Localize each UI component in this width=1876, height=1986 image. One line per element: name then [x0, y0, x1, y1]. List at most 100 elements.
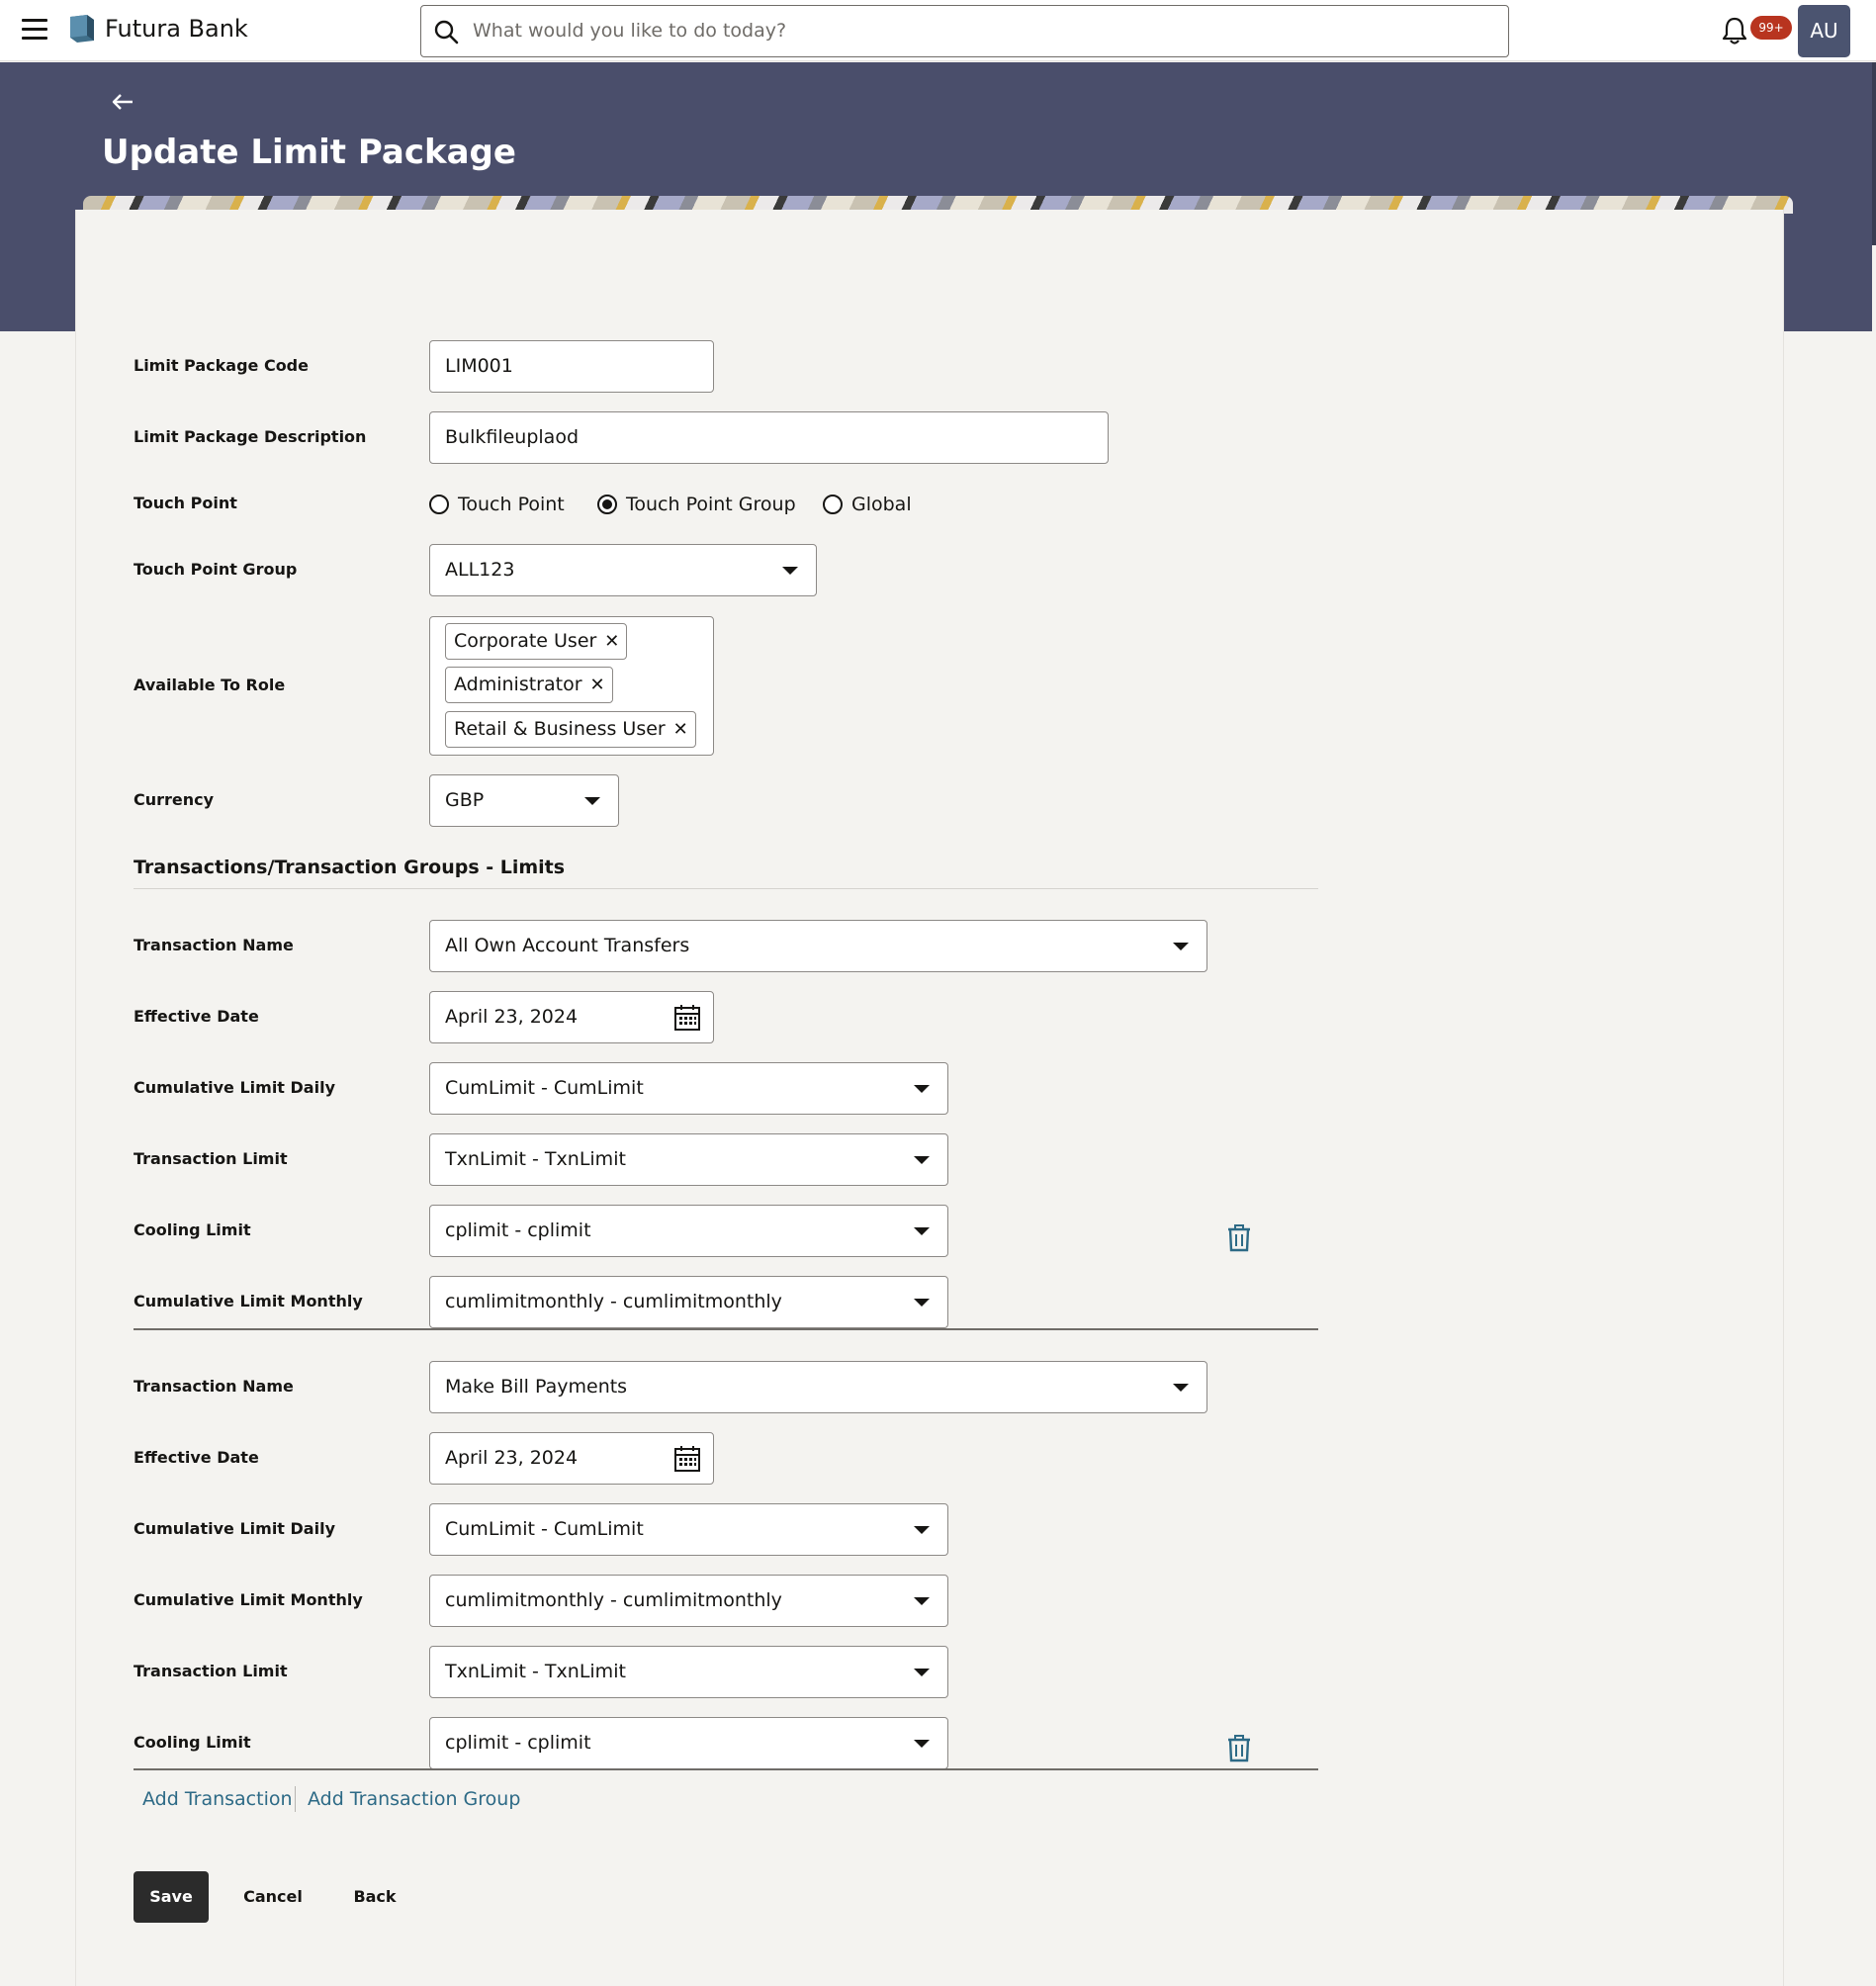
limit-package-code-field[interactable]: LIM001: [429, 340, 714, 393]
calendar-icon[interactable]: [673, 1445, 701, 1473]
limit-row-select[interactable]: CumLimit - CumLimit: [429, 1062, 948, 1115]
touch-point-group-value: ALL123: [445, 559, 515, 581]
limit-row-label: Transaction Limit: [134, 1149, 288, 1168]
currency-value: GBP: [445, 789, 485, 811]
effective-date-field[interactable]: April 23, 2024: [429, 991, 714, 1043]
search-input[interactable]: What would you like to do today?: [420, 5, 1509, 57]
bank-logo-icon: [70, 15, 94, 43]
chevron-down-icon: [914, 1597, 930, 1605]
calendar-icon[interactable]: [673, 1004, 701, 1032]
radio-label: Global: [851, 494, 912, 515]
limit-row-value: TxnLimit - TxnLimit: [445, 1148, 626, 1170]
currency-select[interactable]: GBP: [429, 774, 619, 827]
radio-unselected-icon: [823, 495, 843, 514]
top-bar: Futura Bank What would you like to do to…: [0, 0, 1876, 61]
limit-row-value: cumlimitmonthly - cumlimitmonthly: [445, 1589, 782, 1611]
back-button[interactable]: Back: [342, 1871, 407, 1923]
transaction-name-select[interactable]: All Own Account Transfers: [429, 920, 1207, 972]
section-divider: [134, 888, 1318, 889]
limit-row-select[interactable]: cplimit - cplimit: [429, 1205, 948, 1257]
limit-row-value: TxnLimit - TxnLimit: [445, 1661, 626, 1682]
delete-transaction-icon[interactable]: [1226, 1735, 1252, 1762]
limit-row-select[interactable]: TxnLimit - TxnLimit: [429, 1646, 948, 1698]
limit-row-value: cumlimitmonthly - cumlimitmonthly: [445, 1291, 782, 1312]
transaction-name-label: Transaction Name: [134, 1377, 294, 1396]
limit-row-select[interactable]: TxnLimit - TxnLimit: [429, 1133, 948, 1186]
user-avatar[interactable]: AU: [1798, 5, 1850, 57]
chevron-down-icon: [914, 1740, 930, 1748]
touch-point-label: Touch Point: [134, 494, 237, 512]
radio-selected-icon: [597, 495, 617, 514]
chevron-down-icon: [584, 797, 600, 805]
limit-row-value: CumLimit - CumLimit: [445, 1518, 644, 1540]
limits-section-title: Transactions/Transaction Groups - Limits: [134, 857, 566, 878]
limit-row-label: Cumulative Limit Monthly: [134, 1590, 363, 1609]
add-transaction-group-link[interactable]: Add Transaction Group: [308, 1787, 520, 1811]
limit-package-description-value: Bulkfileuplaod: [445, 426, 580, 448]
effective-date-label: Effective Date: [134, 1448, 259, 1467]
add-transaction-link[interactable]: Add Transaction: [142, 1787, 293, 1811]
limit-row-label: Transaction Limit: [134, 1662, 288, 1680]
radio-label: Touch Point Group: [626, 494, 796, 515]
limit-row-select[interactable]: cumlimitmonthly - cumlimitmonthly: [429, 1575, 948, 1627]
notification-count-badge[interactable]: 99+: [1750, 16, 1792, 40]
page-title: Update Limit Package: [102, 133, 516, 172]
remove-chip-icon[interactable]: ✕: [604, 624, 619, 659]
limit-row-select[interactable]: cplimit - cplimit: [429, 1717, 948, 1769]
effective-date-label: Effective Date: [134, 1007, 259, 1026]
limit-row-label: Cooling Limit: [134, 1220, 251, 1239]
transaction-name-value: All Own Account Transfers: [445, 935, 690, 956]
hamburger-menu-icon[interactable]: [22, 19, 49, 41]
available-to-role-label: Available To Role: [134, 676, 286, 694]
limit-package-description-field[interactable]: Bulkfileuplaod: [429, 411, 1109, 464]
role-chip[interactable]: Administrator ✕: [445, 667, 613, 703]
chevron-down-icon: [914, 1299, 930, 1307]
remove-chip-icon[interactable]: ✕: [673, 712, 688, 747]
radio-label: Touch Point: [458, 494, 565, 515]
back-arrow-icon[interactable]: [111, 91, 134, 113]
transaction-name-label: Transaction Name: [134, 936, 294, 954]
scrollbar[interactable]: [1872, 62, 1876, 245]
role-chip-label: Retail & Business User: [454, 718, 666, 740]
role-chip-label: Administrator: [454, 674, 582, 695]
limit-row-label: Cumulative Limit Daily: [134, 1519, 335, 1538]
chevron-down-icon: [1173, 943, 1189, 950]
available-to-role-multiselect[interactable]: Corporate User ✕ Administrator ✕ Retail …: [429, 616, 714, 756]
limit-row-select[interactable]: CumLimit - CumLimit: [429, 1503, 948, 1556]
limit-row-value: cplimit - cplimit: [445, 1732, 591, 1754]
notification-bell-icon[interactable]: [1721, 16, 1748, 45]
chevron-down-icon: [914, 1085, 930, 1093]
cancel-button[interactable]: Cancel: [237, 1871, 309, 1923]
limit-row-label: Cumulative Limit Daily: [134, 1078, 335, 1097]
limit-row-label: Cumulative Limit Monthly: [134, 1292, 363, 1310]
chevron-down-icon: [914, 1669, 930, 1676]
chevron-down-icon: [1173, 1384, 1189, 1392]
link-separator: [295, 1786, 296, 1812]
role-chip[interactable]: Corporate User ✕: [445, 623, 628, 660]
delete-transaction-icon[interactable]: [1226, 1224, 1252, 1252]
limit-row-value: cplimit - cplimit: [445, 1219, 591, 1241]
limit-row-label: Cooling Limit: [134, 1733, 251, 1752]
currency-label: Currency: [134, 790, 215, 809]
chevron-down-icon: [914, 1156, 930, 1164]
group-divider: [134, 1768, 1318, 1770]
search-placeholder: What would you like to do today?: [473, 20, 787, 42]
brand-name[interactable]: Futura Bank: [105, 13, 248, 45]
chevron-down-icon: [914, 1526, 930, 1534]
chevron-down-icon: [914, 1227, 930, 1235]
limit-package-description-label: Limit Package Description: [134, 427, 367, 446]
radio-unselected-icon: [429, 495, 449, 514]
remove-chip-icon[interactable]: ✕: [589, 668, 604, 702]
chevron-down-icon: [782, 567, 798, 575]
save-button[interactable]: Save: [134, 1871, 209, 1923]
limit-package-code-value: LIM001: [445, 355, 513, 377]
effective-date-value: April 23, 2024: [445, 1006, 579, 1028]
group-divider: [134, 1328, 1318, 1330]
role-chip[interactable]: Retail & Business User ✕: [445, 711, 696, 748]
touch-point-group-select[interactable]: ALL123: [429, 544, 817, 596]
role-chip-label: Corporate User: [454, 630, 597, 652]
transaction-name-select[interactable]: Make Bill Payments: [429, 1361, 1207, 1413]
effective-date-field[interactable]: April 23, 2024: [429, 1432, 714, 1485]
limit-row-select[interactable]: cumlimitmonthly - cumlimitmonthly: [429, 1276, 948, 1328]
effective-date-value: April 23, 2024: [445, 1447, 579, 1469]
